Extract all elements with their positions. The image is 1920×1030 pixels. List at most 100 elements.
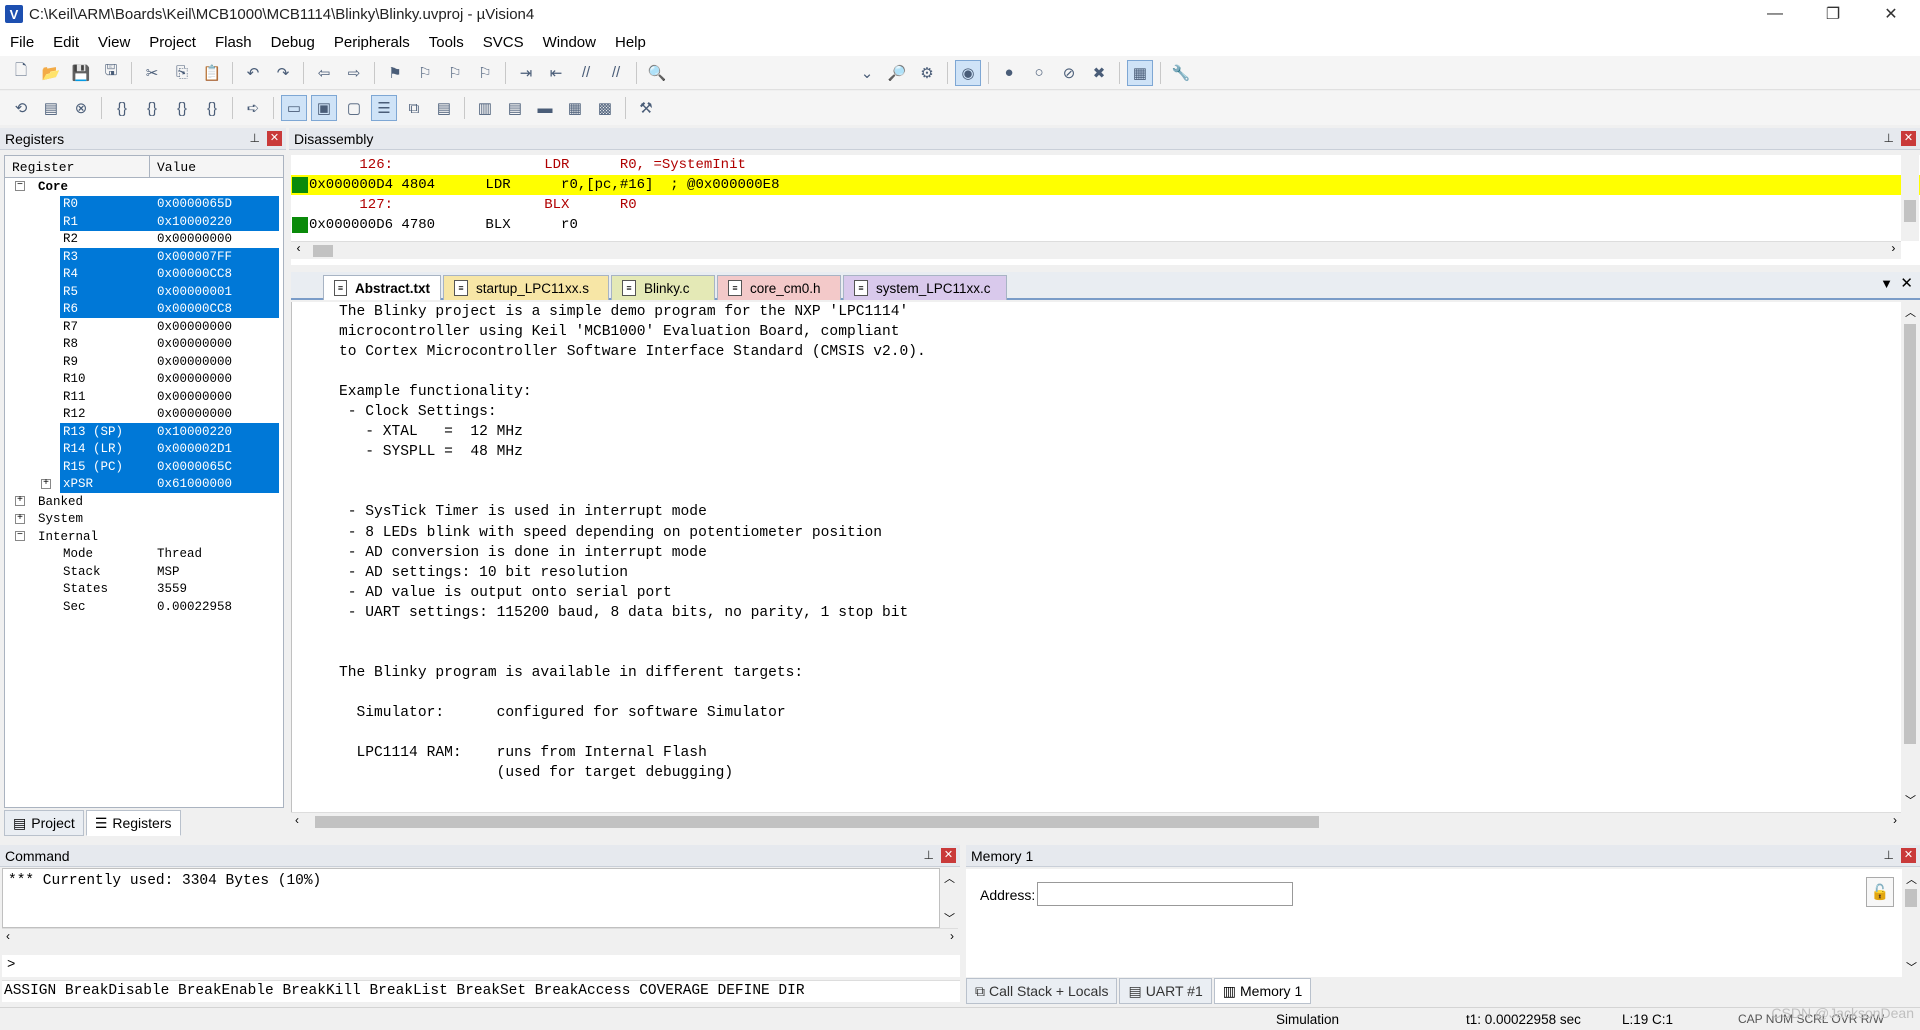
internal-row[interactable]: States 3559 xyxy=(5,581,283,599)
new-file-icon[interactable]: 🗋 xyxy=(8,60,34,86)
menu-project[interactable]: Project xyxy=(139,34,205,51)
next-bookmark-icon[interactable]: ⚐ xyxy=(442,60,468,86)
register-row[interactable]: R7 0x00000000 xyxy=(5,318,283,336)
editor-line[interactable]: - SysTick Timer is used in interrupt mod… xyxy=(292,502,1901,522)
editor-line[interactable]: - AD settings: 10 bit resolution xyxy=(292,563,1901,583)
register-value[interactable]: 0x10000220 xyxy=(157,425,232,439)
command-window-icon[interactable]: ▭ xyxy=(281,95,307,121)
register-row[interactable]: R10 0x00000000 xyxy=(5,371,283,389)
paste-icon[interactable]: 📋 xyxy=(199,60,225,86)
group-banked[interactable]: + Banked xyxy=(5,493,283,511)
comment-icon[interactable]: // xyxy=(573,60,599,86)
uncomment-icon[interactable]: // xyxy=(603,60,629,86)
register-row[interactable]: R2 0x00000000 xyxy=(5,231,283,249)
editor-line[interactable]: microcontroller using Keil 'MCB1000' Eva… xyxy=(292,322,1901,342)
close-icon[interactable]: ✕ xyxy=(941,848,956,863)
tab-abstract-txt[interactable]: ≡ Abstract.txt xyxy=(323,275,441,300)
scroll-down-icon[interactable]: ﹀ xyxy=(944,910,955,926)
redo-icon[interactable]: ↷ xyxy=(270,60,296,86)
editor-line[interactable]: to Cortex Microcontroller Software Inter… xyxy=(292,342,1901,362)
disasm-line[interactable]: 0x000000D6 4780 BLX r0 xyxy=(291,215,1920,235)
register-value[interactable]: 0x000002D1 xyxy=(157,442,232,456)
editor-line[interactable] xyxy=(292,623,1901,643)
editor-line[interactable]: - XTAL = 12 MHz xyxy=(292,422,1901,442)
register-row[interactable]: R4 0x00000CC8 xyxy=(5,265,283,283)
register-row[interactable]: R12 0x00000000 xyxy=(5,406,283,424)
settings-wrench-icon[interactable]: 🔧 xyxy=(1168,60,1194,86)
cut-icon[interactable]: ✂ xyxy=(139,60,165,86)
watch-windows-icon[interactable]: ▤ xyxy=(431,95,457,121)
call-stack-icon[interactable]: ⧉ xyxy=(401,95,427,121)
register-value[interactable]: 0x00000000 xyxy=(157,407,232,421)
disasm-horizontal-scrollbar[interactable]: ‹ › xyxy=(291,241,1901,259)
tab-blinky-c[interactable]: ≡ Blinky.c xyxy=(611,275,715,300)
disasm-vertical-scrollbar[interactable] xyxy=(1901,155,1919,241)
editor-line[interactable]: - UART settings: 115200 baud, 8 data bit… xyxy=(292,603,1901,623)
scroll-down-icon[interactable]: ﹀ xyxy=(1906,959,1917,975)
group-system[interactable]: + System xyxy=(5,511,283,529)
editor-line[interactable] xyxy=(292,723,1901,743)
close-icon[interactable]: ✕ xyxy=(267,131,282,146)
menu-flash[interactable]: Flash xyxy=(205,34,261,51)
address-input[interactable] xyxy=(1037,882,1293,906)
register-row[interactable]: R15 (PC) 0x0000065C xyxy=(5,458,283,476)
scroll-right-icon[interactable]: › xyxy=(950,929,954,943)
close-icon[interactable]: ✕ xyxy=(1901,848,1916,863)
close-icon[interactable]: ✕ xyxy=(1901,131,1916,146)
memory-windows-icon[interactable]: ▥ xyxy=(472,95,498,121)
undo-icon[interactable]: ↶ xyxy=(240,60,266,86)
pin-icon[interactable]: ⊥ xyxy=(1884,131,1894,145)
close-tab-icon[interactable]: ✕ xyxy=(1900,274,1913,292)
menu-svcs[interactable]: SVCS xyxy=(473,34,533,51)
register-value[interactable]: 0x10000220 xyxy=(157,215,232,229)
lock-icon[interactable]: 🔓 xyxy=(1866,877,1894,907)
editor-line[interactable]: - AD conversion is done in interrupt mod… xyxy=(292,543,1901,563)
clear-bookmarks-icon[interactable]: ⚐ xyxy=(472,60,498,86)
disasm-line[interactable]: 126: LDR R0, =SystemInit xyxy=(291,155,1920,175)
register-row[interactable]: R9 0x00000000 xyxy=(5,353,283,371)
register-value[interactable]: 0x00000000 xyxy=(157,355,232,369)
register-value[interactable]: 0x00000000 xyxy=(157,337,232,351)
unindent-icon[interactable]: ⇤ xyxy=(543,60,569,86)
step-over-icon[interactable]: {} xyxy=(139,95,165,121)
register-row[interactable]: R6 0x00000CC8 xyxy=(5,300,283,318)
group-internal[interactable]: − Internal xyxy=(5,528,283,546)
editor-line[interactable]: - SYSPLL = 48 MHz xyxy=(292,442,1901,462)
editor-line[interactable]: (used for target debugging) xyxy=(292,763,1901,783)
pin-icon[interactable]: ⊥ xyxy=(1884,848,1894,862)
scroll-up-icon[interactable]: ︿ xyxy=(1906,871,1917,887)
editor-line[interactable] xyxy=(292,462,1901,482)
menu-edit[interactable]: Edit xyxy=(43,34,88,51)
editor-line[interactable]: - 8 LEDs blink with speed depending on p… xyxy=(292,523,1901,543)
editor-line[interactable] xyxy=(292,683,1901,703)
disasm-line[interactable]: 127: BLX R0 xyxy=(291,195,1920,215)
editor-line[interactable] xyxy=(292,362,1901,382)
command-horizontal-scrollbar[interactable]: ‹ › xyxy=(2,928,958,946)
editor-line[interactable]: LPC1114 RAM: runs from Internal Flash xyxy=(292,743,1901,763)
expand-icon[interactable]: + xyxy=(41,478,51,489)
scroll-right-icon[interactable]: › xyxy=(1893,813,1897,827)
disassembly-window-icon[interactable]: ▣ xyxy=(311,95,337,121)
window-layout-icon[interactable]: ▦ xyxy=(1127,59,1153,86)
tab-list-dropdown-icon[interactable]: ▼ xyxy=(1880,276,1893,291)
target-dropdown-icon[interactable]: ⌄ xyxy=(854,60,880,86)
indent-icon[interactable]: ⇥ xyxy=(513,60,539,86)
register-value[interactable]: 0x000007FF xyxy=(157,250,232,264)
register-row[interactable]: + xPSR 0x61000000 xyxy=(5,475,283,493)
editor-vertical-scrollbar[interactable]: ︿ ﹀ xyxy=(1901,302,1919,810)
minimize-button[interactable]: — xyxy=(1746,0,1804,28)
editor-line[interactable]: The Blinky program is available in diffe… xyxy=(292,663,1901,683)
step-into-icon[interactable]: {} xyxy=(109,95,135,121)
tab-call-stack-locals[interactable]: ⧉ Call Stack + Locals xyxy=(966,978,1118,1004)
symbols-window-icon[interactable]: ▢ xyxy=(341,95,367,121)
tab-project[interactable]: ▤ Project xyxy=(4,810,84,836)
scroll-left-icon[interactable]: ‹ xyxy=(295,242,302,256)
serial-windows-icon[interactable]: ▤ xyxy=(502,95,528,121)
register-row[interactable]: R5 0x00000001 xyxy=(5,283,283,301)
register-row[interactable]: R8 0x00000000 xyxy=(5,336,283,354)
system-viewer-icon[interactable]: ▩ xyxy=(592,95,618,121)
prev-bookmark-icon[interactable]: ⚐ xyxy=(412,60,438,86)
register-value[interactable]: 0x00000001 xyxy=(157,285,232,299)
navigate-forward-icon[interactable]: ⇨ xyxy=(341,60,367,86)
memory-vertical-scrollbar[interactable]: ︿ ﹀ xyxy=(1902,869,1920,977)
